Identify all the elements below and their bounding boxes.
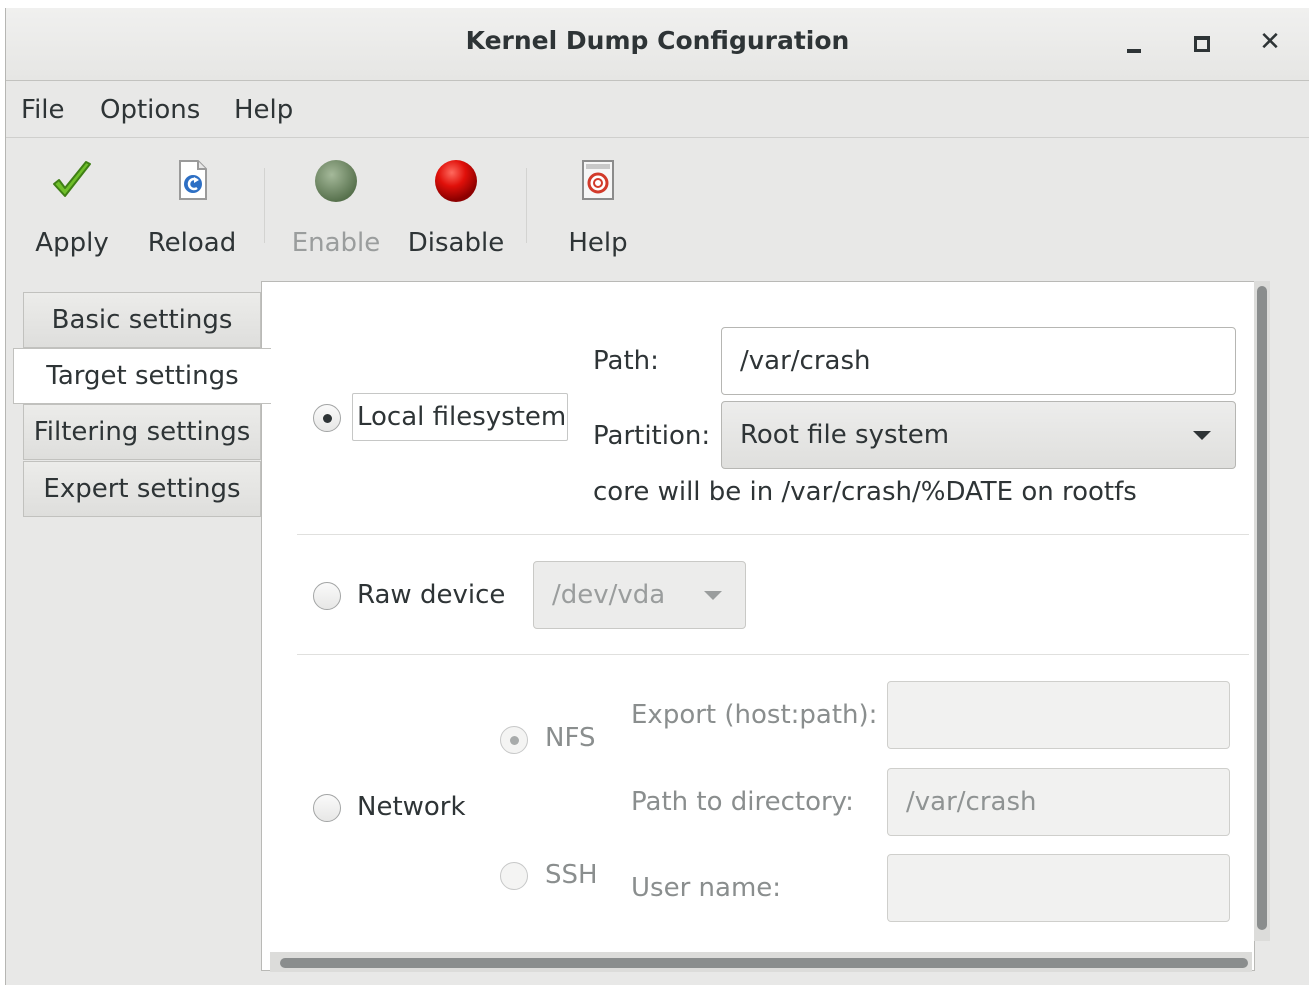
raw-device-dropdown[interactable]: /dev/vda xyxy=(533,561,746,629)
title-bar: Kernel Dump Configuration ✕ xyxy=(6,8,1309,81)
nfs-label: NFS xyxy=(545,723,596,753)
tab-target-settings[interactable]: Target settings xyxy=(13,348,271,404)
reload-button[interactable]: Reload xyxy=(142,148,242,268)
apply-button[interactable]: Apply xyxy=(28,148,116,268)
ssh-radio[interactable] xyxy=(500,862,528,890)
directory-label: Path to directory: xyxy=(631,787,854,817)
toolbar-separator xyxy=(526,168,527,243)
ssh-label: SSH xyxy=(545,860,598,890)
toolbar: Apply Reload Enable Disable Help xyxy=(6,138,1309,278)
tab-filtering-settings[interactable]: Filtering settings xyxy=(23,404,261,460)
section-separator xyxy=(297,534,1249,535)
menu-bar: File Options Help xyxy=(6,81,1309,138)
user-name-label: User name: xyxy=(631,873,782,903)
disable-label: Disable xyxy=(407,228,505,258)
user-name-input[interactable] xyxy=(887,854,1230,922)
reload-label: Reload xyxy=(147,228,237,258)
toolbar-separator xyxy=(264,168,265,243)
chevron-down-icon xyxy=(704,591,722,600)
red-light-icon xyxy=(435,160,477,202)
tab-basic-settings[interactable]: Basic settings xyxy=(23,292,261,348)
core-location-info: core will be in /var/crash/%DATE on root… xyxy=(593,477,1137,507)
directory-input[interactable]: /var/crash xyxy=(887,768,1230,836)
menu-options[interactable]: Options xyxy=(100,95,200,125)
horizontal-scrollbar[interactable] xyxy=(280,958,1248,968)
settings-tabs: Basic settings Target settings Filtering… xyxy=(0,280,271,540)
network-radio[interactable] xyxy=(313,794,341,822)
raw-device-radio[interactable] xyxy=(313,582,341,610)
reload-icon xyxy=(179,160,207,200)
chevron-down-icon xyxy=(1193,431,1211,440)
help-button[interactable]: Help xyxy=(558,148,638,268)
apply-label: Apply xyxy=(35,228,109,258)
maximize-button[interactable] xyxy=(1182,22,1222,62)
close-button[interactable]: ✕ xyxy=(1250,22,1290,62)
close-icon: ✕ xyxy=(1259,27,1281,57)
local-filesystem-radio[interactable] xyxy=(313,404,341,432)
raw-device-value: /dev/vda xyxy=(552,580,666,610)
partition-value: Root file system xyxy=(740,420,950,450)
minimize-icon xyxy=(1127,49,1141,53)
green-light-icon xyxy=(315,160,357,202)
disable-button[interactable]: Disable xyxy=(406,148,506,268)
enable-button[interactable]: Enable xyxy=(290,148,382,268)
partition-label: Partition: xyxy=(593,421,711,451)
nfs-radio[interactable] xyxy=(500,726,528,754)
partition-dropdown[interactable]: Root file system xyxy=(721,401,1236,469)
checkmark-icon xyxy=(53,161,91,197)
tab-expert-settings[interactable]: Expert settings xyxy=(23,461,261,517)
export-input[interactable] xyxy=(887,681,1230,749)
path-input[interactable]: /var/crash xyxy=(721,327,1236,395)
window-title: Kernel Dump Configuration xyxy=(465,26,850,55)
help-icon xyxy=(582,160,614,200)
maximize-icon xyxy=(1194,36,1210,52)
vertical-scrollbar[interactable] xyxy=(1257,286,1267,930)
raw-device-label: Raw device xyxy=(357,580,506,610)
minimize-button[interactable] xyxy=(1116,22,1156,62)
export-label: Export (host:path): xyxy=(631,700,878,730)
menu-help[interactable]: Help xyxy=(234,95,293,125)
section-separator xyxy=(297,654,1249,655)
path-label: Path: xyxy=(593,346,659,376)
local-filesystem-label: Local filesystem xyxy=(357,402,567,432)
enable-label: Enable xyxy=(291,228,381,258)
help-label: Help xyxy=(568,228,628,258)
menu-file[interactable]: File xyxy=(21,95,65,125)
network-label: Network xyxy=(357,792,466,822)
